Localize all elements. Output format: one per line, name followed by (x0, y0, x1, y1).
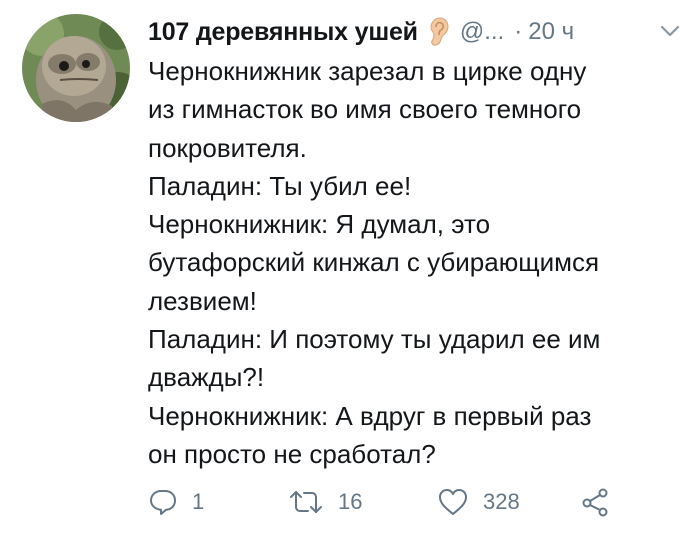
retweet-count: 16 (338, 489, 363, 514)
tweet-text: Чернокнижник зарезал в цирке одну из гим… (148, 52, 688, 473)
tweet-line: покровителя. (148, 132, 307, 163)
tweet-line: Паладин: И поэтому ты ударил ее им (148, 324, 601, 355)
timestamp[interactable]: 20 ч (528, 18, 574, 46)
tweet-line: Чернокнижник: Я думал, это (148, 209, 491, 240)
tweet-line: дважды?! (148, 362, 265, 393)
tweet-line: лезвием! (148, 285, 257, 316)
tweet-line: Чернокнижник зарезал в цирке одну (148, 56, 587, 86)
avatar[interactable] (22, 14, 130, 122)
tweet-line: бутафорский кинжал с убирающимся (148, 247, 600, 278)
tweet-line: Чернокнижник: А вдруг в первый раз (148, 400, 592, 431)
ear-icon (426, 17, 450, 47)
display-name[interactable]: 107 деревянных ушей (148, 18, 418, 47)
share-button[interactable] (580, 482, 610, 522)
tweet-line: Паладин: Ты убил ее! (148, 170, 412, 201)
reply-button[interactable]: 1 (148, 482, 204, 522)
reply-count: 1 (192, 489, 205, 514)
retweet-icon (290, 491, 322, 513)
share-icon (582, 488, 608, 517)
tweet-actions: 1 16 328 (148, 482, 688, 522)
retweet-button[interactable]: 16 (288, 482, 362, 522)
tweet: 107 деревянных ушей @... · 20 ч Чернокни… (0, 0, 700, 539)
tweet-line: он просто не сработал? (148, 438, 436, 469)
tweet-line: из гимнасток во имя своего темного (148, 94, 582, 125)
chevron-down-icon[interactable] (659, 22, 681, 40)
like-count: 328 (483, 489, 520, 514)
reply-icon (150, 490, 176, 515)
heart-icon (439, 489, 467, 515)
tweet-header: 107 деревянных ушей @... · 20 ч (148, 12, 693, 52)
like-button[interactable]: 328 (437, 482, 520, 522)
owl-avatar-image (22, 14, 130, 122)
handle[interactable]: @... (460, 18, 504, 46)
separator-dot: · (514, 18, 523, 45)
